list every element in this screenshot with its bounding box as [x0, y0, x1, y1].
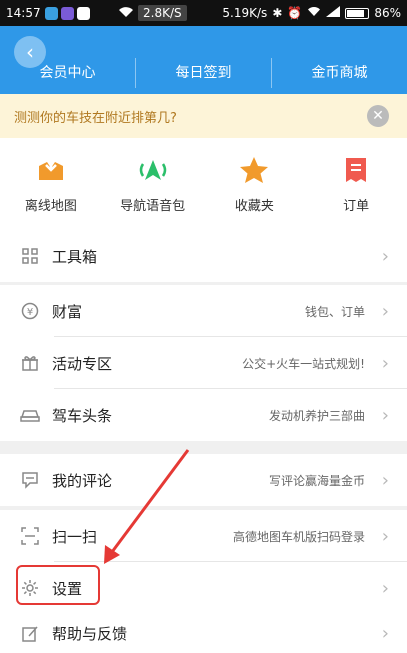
tab-coin-mall[interactable]: 金币商城: [272, 58, 407, 88]
tab-daily-checkin[interactable]: 每日签到: [136, 58, 272, 88]
quick-offline-map-label: 离线地图: [24, 198, 77, 214]
header-tabs: 会员中心 每日签到 金币商城: [0, 58, 407, 88]
gift-icon: [20, 353, 40, 373]
star-icon: [209, 155, 299, 185]
menu-wealth[interactable]: ¥ 财富 钱包、订单 ›: [0, 285, 407, 337]
quick-actions: 离线地图 导航语音包 收藏夹 订单: [0, 138, 407, 231]
menu-my-reviews[interactable]: 我的评论 写评论赢海量金币 ›: [0, 454, 407, 506]
menu-events[interactable]: 活动专区 公交+火车一站式规划! ›: [0, 337, 407, 389]
menu-events-hint: 公交+火车一站式规划!: [242, 356, 365, 371]
battery-fill: [347, 9, 365, 17]
quick-voice-pack[interactable]: 导航语音包: [108, 155, 198, 214]
wifi-signal-icon: [307, 6, 321, 20]
app-notification-icon-2: [60, 6, 74, 20]
menu-help-feedback[interactable]: 帮助与反馈 ›: [0, 614, 407, 653]
bluetooth-icon: ✱: [272, 6, 283, 20]
quick-voice-pack-label: 导航语音包: [120, 198, 186, 214]
menu-driving-news-hint: 发动机养护三部曲: [268, 408, 365, 423]
status-bar: 14:57 2.8K/S 5.19K/s ✱ ⏰ 86%: [0, 0, 407, 26]
voice-pack-icon: [108, 155, 198, 185]
menu-scan[interactable]: 扫一扫 高德地图车机版扫码登录 ›: [0, 510, 407, 562]
network-speed-right: 5.19K/s: [222, 6, 268, 20]
app-notification-icon-3: [76, 6, 90, 20]
banner-text: 测测你的车技在附近排第几?: [14, 110, 177, 126]
svg-text:¥: ¥: [27, 307, 33, 318]
menu-toolbox-label: 工具箱: [52, 247, 98, 266]
coin-icon: ¥: [20, 301, 40, 321]
status-time: 14:57: [6, 6, 41, 20]
comment-icon: [20, 470, 40, 490]
chevron-right-icon: ›: [381, 525, 389, 547]
quick-favorites[interactable]: 收藏夹: [209, 155, 299, 214]
chevron-right-icon: ›: [381, 404, 389, 426]
wifi-icon: [118, 6, 134, 21]
order-icon: [311, 155, 401, 185]
tab-member-center[interactable]: 会员中心: [0, 58, 136, 88]
network-speed: 2.8K/S: [138, 5, 187, 21]
offline-map-icon: [6, 155, 96, 185]
header: ‹ 会员中心 每日签到 金币商城: [0, 26, 407, 94]
scan-icon: [20, 526, 40, 546]
chevron-right-icon: ›: [381, 300, 389, 322]
edit-icon: [20, 624, 40, 644]
menu-driving-news[interactable]: 驾车头条 发动机养护三部曲 ›: [0, 389, 407, 441]
menu-driving-news-label: 驾车头条: [52, 406, 113, 425]
menu-toolbox[interactable]: 工具箱 ›: [0, 230, 407, 282]
close-icon[interactable]: ✕: [367, 105, 389, 127]
settings-highlight-box: [16, 565, 100, 605]
chevron-right-icon: ›: [381, 352, 389, 374]
battery-icon: [345, 7, 370, 19]
menu-scan-hint: 高德地图车机版扫码登录: [232, 529, 365, 544]
menu-my-reviews-label: 我的评论: [52, 471, 113, 490]
chevron-right-icon: ›: [381, 577, 389, 599]
quick-orders-label: 订单: [343, 198, 370, 214]
menu-wealth-hint: 钱包、订单: [304, 304, 365, 319]
grid-icon: [20, 246, 40, 266]
promo-banner[interactable]: 测测你的车技在附近排第几? ✕: [0, 94, 407, 138]
battery-percent: 86%: [374, 6, 401, 20]
quick-offline-map[interactable]: 离线地图: [6, 155, 96, 214]
menu-wealth-label: 财富: [52, 302, 83, 321]
menu-scan-label: 扫一扫: [52, 527, 98, 546]
cellular-signal-icon: [326, 6, 341, 20]
car-icon: [20, 405, 40, 425]
alarm-icon: ⏰: [287, 6, 303, 20]
menu-my-reviews-hint: 写评论赢海量金币: [268, 473, 365, 488]
chevron-right-icon: ›: [381, 245, 389, 267]
chevron-right-icon: ›: [381, 623, 389, 644]
menu-help-feedback-label: 帮助与反馈: [52, 625, 128, 643]
chevron-right-icon: ›: [381, 469, 389, 491]
menu-events-label: 活动专区: [52, 354, 113, 373]
quick-orders[interactable]: 订单: [311, 155, 401, 214]
quick-favorites-label: 收藏夹: [234, 198, 274, 214]
app-notification-icon: [44, 6, 58, 20]
